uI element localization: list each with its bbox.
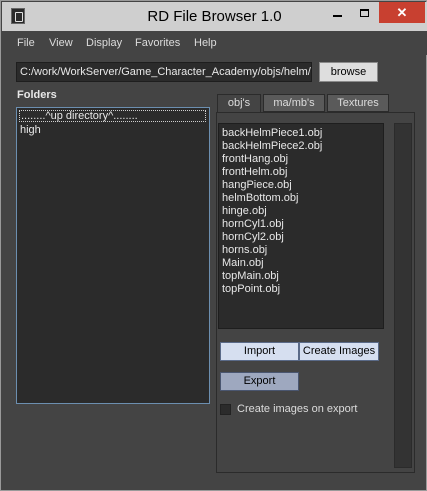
folder-item-up-directory[interactable]: ........^up directory^........ — [19, 110, 206, 122]
file-item[interactable]: horns.obj — [222, 244, 267, 257]
file-item[interactable]: hornCyl2.obj — [222, 231, 284, 244]
create-images-on-export-label: Create images on export — [237, 403, 358, 415]
export-button[interactable]: Export — [220, 372, 299, 391]
title-bar[interactable]: RD File Browser 1.0 ✕ — [2, 2, 427, 31]
file-item[interactable]: frontHelm.obj — [222, 166, 287, 179]
panel-scrollbar[interactable] — [394, 123, 412, 468]
app-window: RD File Browser 1.0 ✕ File View Display … — [0, 0, 427, 491]
menu-bar: File View Display Favorites Help — [2, 31, 427, 55]
minimize-icon — [332, 14, 342, 17]
file-item[interactable]: backHelmPiece1.obj — [222, 127, 322, 140]
menu-display[interactable]: Display — [86, 37, 122, 49]
file-item[interactable]: topPoint.obj — [222, 283, 280, 296]
file-item[interactable]: Main.obj — [222, 257, 264, 270]
file-item[interactable]: frontHang.obj — [222, 153, 288, 166]
close-icon: ✕ — [396, 4, 408, 20]
file-item[interactable]: topMain.obj — [222, 270, 279, 283]
menu-view[interactable]: View — [49, 37, 73, 49]
path-input[interactable]: C:/work/WorkServer/Game_Character_Academ… — [16, 62, 312, 82]
file-item[interactable]: hornCyl1.obj — [222, 218, 284, 231]
maximize-icon — [359, 8, 369, 17]
folders-label: Folders — [17, 89, 57, 101]
file-item[interactable]: hinge.obj — [222, 205, 267, 218]
menu-favorites[interactable]: Favorites — [135, 37, 180, 49]
file-item[interactable]: backHelmPiece2.obj — [222, 140, 322, 153]
create-images-button[interactable]: Create Images — [299, 342, 379, 361]
obj-files-list[interactable]: backHelmPiece1.obj backHelmPiece2.obj fr… — [218, 123, 384, 329]
tab-textures[interactable]: Textures — [327, 94, 389, 112]
menu-file[interactable]: File — [17, 37, 35, 49]
minimize-button[interactable] — [324, 2, 350, 23]
import-button[interactable]: Import — [220, 342, 299, 361]
file-item[interactable]: hangPiece.obj — [222, 179, 292, 192]
folders-list[interactable]: ........^up directory^........ high — [16, 107, 210, 404]
menu-help[interactable]: Help — [194, 37, 217, 49]
maximize-button[interactable] — [351, 2, 377, 23]
browse-button[interactable]: browse — [319, 62, 378, 82]
tab-objs[interactable]: obj's — [217, 94, 261, 113]
file-item[interactable]: helmBottom.obj — [222, 192, 298, 205]
close-button[interactable]: ✕ — [379, 2, 425, 23]
tab-ma-mb[interactable]: ma/mb's — [263, 94, 325, 112]
folder-item-high[interactable]: high — [19, 124, 41, 136]
create-images-on-export-checkbox[interactable] — [220, 404, 231, 415]
